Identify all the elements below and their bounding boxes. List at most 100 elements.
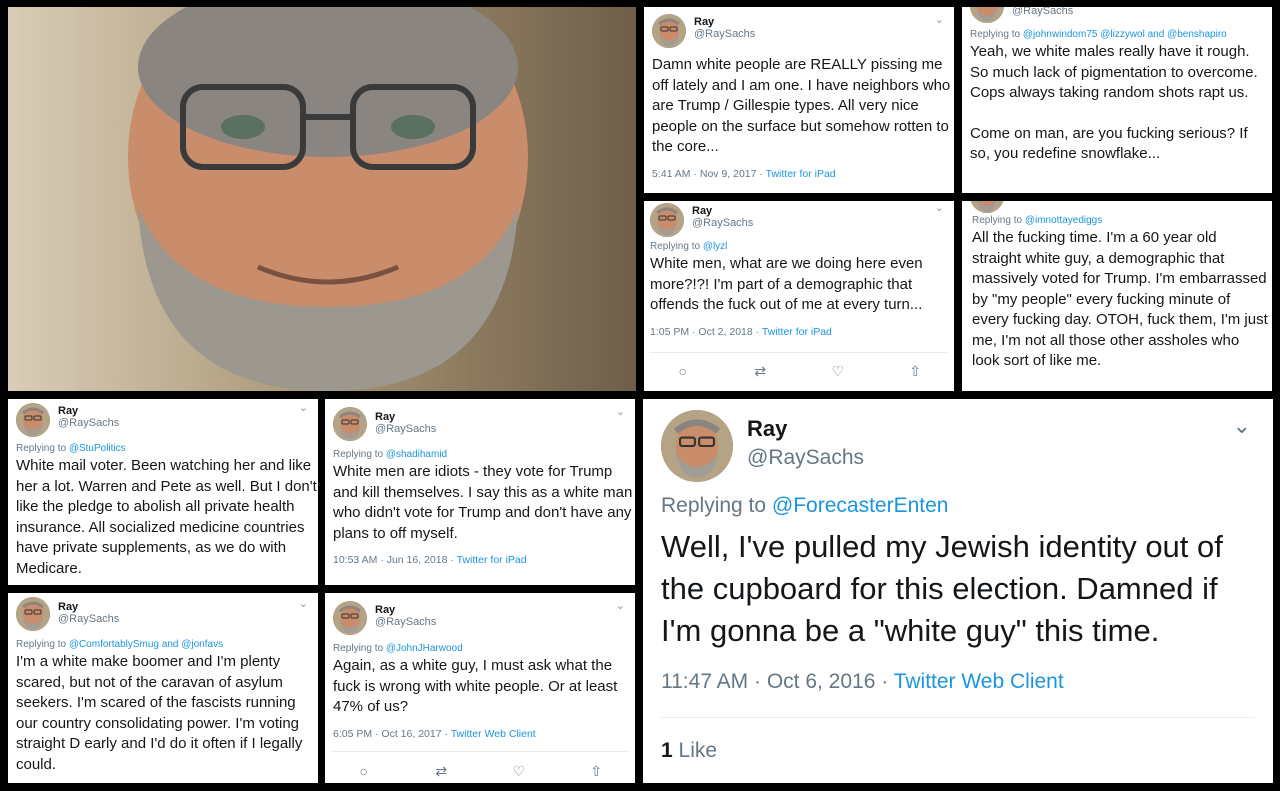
user-name[interactable]: Ray: [747, 416, 864, 442]
avatar[interactable]: [16, 403, 50, 437]
user-handle[interactable]: @RaySachs: [375, 616, 436, 628]
divider: [661, 717, 1255, 718]
user-name[interactable]: Ray: [58, 601, 119, 613]
user-handle[interactable]: @RaySachs: [58, 613, 119, 625]
tweet-text: White men, what are we doing here even m…: [650, 255, 923, 313]
replying-to: Replying to @imnottayediggs: [972, 215, 1103, 226]
tweet-meta: 10:53 AM · Jun 16, 2018 · Twitter for iP…: [333, 554, 633, 566]
user-name[interactable]: Ray: [692, 205, 753, 217]
share-icon[interactable]: ⇧: [586, 763, 606, 780]
reply-mentions[interactable]: @StuPolitics: [69, 443, 126, 454]
tweet-card-2[interactable]: @RaySachs Replying to @johnwindom75 @liz…: [962, 7, 1272, 193]
like-icon[interactable]: ♡: [509, 763, 529, 780]
client-link[interactable]: Twitter Web Client: [451, 728, 536, 740]
user-name[interactable]: Ray: [694, 16, 755, 28]
avatar-face-icon: [333, 407, 367, 441]
client-link[interactable]: Twitter Web Client: [894, 670, 1064, 693]
reply-mentions[interactable]: @ComfortablySmug and @jonfavs: [69, 639, 223, 650]
user-handle[interactable]: @RaySachs: [747, 446, 864, 470]
tweet-text: Damn white people are REALLY pissing me …: [652, 56, 951, 155]
replying-to: Replying to @StuPolitics: [16, 443, 126, 454]
tweet-text: All the fucking time. I'm a 60 year old …: [972, 229, 1268, 369]
replying-to: Replying to @ComfortablySmug and @jonfav…: [16, 639, 224, 650]
like-count[interactable]: 1 Like: [661, 739, 717, 763]
user-handle[interactable]: @RaySachs: [1012, 7, 1073, 17]
tweet-text: Well, I've pulled my Jewish identity out…: [661, 529, 1223, 648]
avatar[interactable]: [650, 203, 684, 237]
reply-mentions[interactable]: @ForecasterEnten: [772, 494, 949, 517]
chevron-down-icon[interactable]: ⌄: [935, 13, 944, 26]
divider: [650, 352, 948, 353]
man-portrait-image: [8, 7, 636, 391]
tweet-card-3[interactable]: Ray @RaySachs ⌄ Replying to @lyzl White …: [644, 201, 954, 391]
retweet-icon[interactable]: ⇄: [750, 363, 770, 380]
reply-icon[interactable]: ○: [354, 763, 374, 780]
replying-to: Replying to @shadihamid: [333, 449, 448, 460]
reply-mentions[interactable]: @lyzl: [703, 241, 728, 252]
replying-to: Replying to @JohnJHarwood: [333, 643, 463, 654]
tweet-meta: 5:41 AM · Nov 9, 2017 · Twitter for iPad: [652, 168, 952, 180]
timestamp[interactable]: 10:53 AM · Jun 16, 2018 ·: [333, 554, 457, 566]
replying-to: Replying to @lyzl: [650, 241, 728, 252]
chevron-down-icon[interactable]: ⌄: [935, 201, 944, 214]
avatar[interactable]: [333, 601, 367, 635]
share-icon[interactable]: ⇧: [905, 363, 925, 380]
reply-mentions[interactable]: @johnwindom75 @lizzywol and @benshapiro: [1023, 29, 1227, 40]
tweet-text: White mail voter. Been watching her and …: [16, 457, 317, 577]
tweet-card-1[interactable]: Ray @RaySachs ⌄ Damn white people are RE…: [644, 7, 954, 193]
user-handle[interactable]: @RaySachs: [694, 28, 755, 40]
tweet-text: Yeah, we white males really have it roug…: [970, 43, 1258, 101]
like-icon[interactable]: ♡: [828, 363, 848, 380]
timestamp[interactable]: 1:05 PM · Oct 2, 2018 ·: [650, 326, 762, 338]
tweet-meta: 1:05 PM · Oct 2, 2018 · Twitter for iPad: [650, 326, 950, 338]
user-handle[interactable]: @RaySachs: [692, 217, 753, 229]
client-link[interactable]: Twitter for iPad: [762, 326, 832, 338]
chevron-down-icon[interactable]: ⌄: [616, 405, 625, 418]
avatar-face-icon: [661, 410, 733, 482]
user-name[interactable]: Ray: [375, 411, 436, 423]
avatar-face-icon: [970, 7, 1004, 23]
reply-mentions[interactable]: @imnottayediggs: [1025, 215, 1102, 226]
avatar[interactable]: [661, 410, 733, 482]
timestamp[interactable]: 5:41 AM · Nov 9, 2017 ·: [652, 168, 766, 180]
tweet-card-4[interactable]: Replying to @imnottayediggs All the fuck…: [962, 201, 1272, 391]
tweet-card-5[interactable]: Ray @RaySachs ⌄ Replying to @StuPolitics…: [8, 399, 318, 585]
avatar-face-icon: [652, 14, 686, 48]
profile-photo: [8, 7, 636, 391]
avatar[interactable]: [333, 407, 367, 441]
avatar-face-icon: [650, 203, 684, 237]
reply-mentions[interactable]: @JohnJHarwood: [386, 643, 463, 654]
user-name[interactable]: Ray: [375, 604, 436, 616]
tweet-card-8[interactable]: Ray @RaySachs ⌄ Replying to @JohnJHarwoo…: [325, 593, 635, 783]
avatar[interactable]: [16, 597, 50, 631]
retweet-icon[interactable]: ⇄: [431, 763, 451, 780]
chevron-down-icon[interactable]: ⌄: [1233, 413, 1251, 439]
chevron-down-icon[interactable]: ⌄: [299, 597, 308, 610]
chevron-down-icon[interactable]: ⌄: [299, 401, 308, 414]
timestamp[interactable]: 11:47 AM · Oct 6, 2016 ·: [661, 670, 894, 693]
divider: [331, 751, 629, 752]
avatar-face-icon: [16, 403, 50, 437]
user-handle[interactable]: @RaySachs: [375, 423, 436, 435]
tweet-text: I'm a white make boomer and I'm plenty s…: [16, 653, 303, 773]
tweet-text: Again, as a white guy, I must ask what t…: [333, 657, 618, 715]
tweet-card-9[interactable]: Ray @RaySachs ⌄ Replying to @ForecasterE…: [643, 399, 1273, 783]
tweet-text-2: Come on man, are you fucking serious? If…: [970, 124, 1248, 163]
tweet-actions: ○ ⇄ ♡ ⇧: [325, 763, 635, 780]
client-link[interactable]: Twitter for iPad: [766, 168, 836, 180]
user-name[interactable]: Ray: [58, 405, 119, 417]
tweet-text: White men are idiots - they vote for Tru…: [333, 463, 633, 542]
chevron-down-icon[interactable]: ⌄: [616, 599, 625, 612]
avatar[interactable]: [970, 7, 1004, 23]
tweet-card-6[interactable]: Ray @RaySachs ⌄ Replying to @shadihamid …: [325, 399, 635, 585]
tweet-meta: 11:47 AM · Oct 6, 2016 · Twitter Web Cli…: [661, 670, 1261, 694]
user-handle[interactable]: @RaySachs: [58, 417, 119, 429]
avatar-face-icon: [16, 597, 50, 631]
reply-mentions[interactable]: @shadihamid: [386, 449, 447, 460]
avatar[interactable]: [652, 14, 686, 48]
tweet-actions: ○ ⇄ ♡ ⇧: [644, 363, 954, 380]
timestamp[interactable]: 6:05 PM · Oct 16, 2017 ·: [333, 728, 451, 740]
tweet-card-7[interactable]: Ray @RaySachs ⌄ Replying to @Comfortably…: [8, 593, 318, 783]
client-link[interactable]: Twitter for iPad: [457, 554, 527, 566]
reply-icon[interactable]: ○: [673, 363, 693, 380]
